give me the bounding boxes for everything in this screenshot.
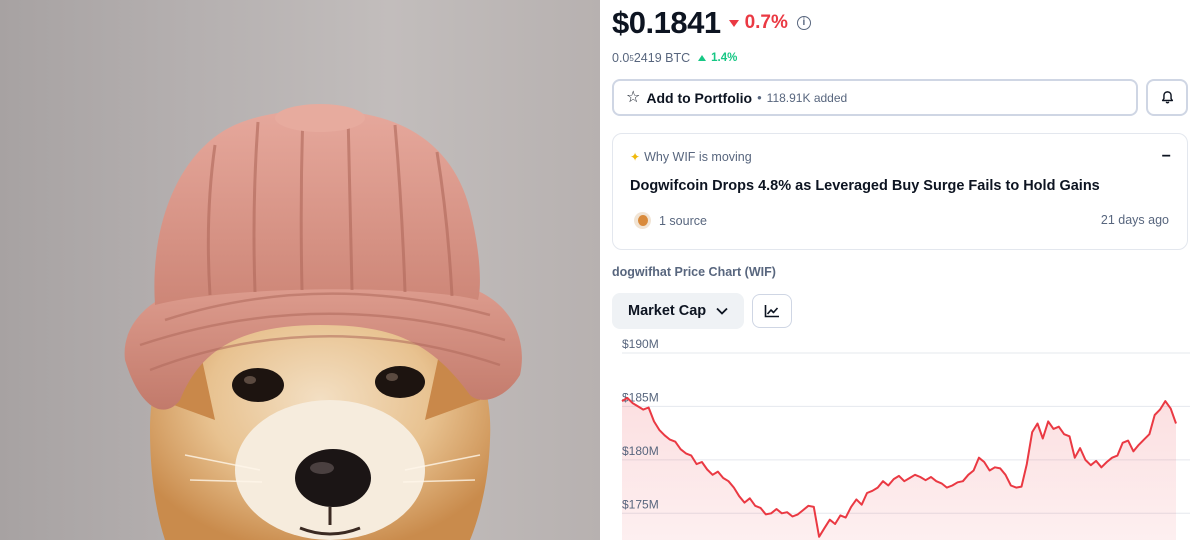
chevron-down-icon <box>716 307 728 315</box>
y-axis-tick-label: $190M <box>622 337 659 351</box>
why-moving-title: Why WIF is moving <box>644 150 752 164</box>
add-to-portfolio-button[interactable]: ☆ Add to Portfolio • 118.91K added <box>612 79 1138 116</box>
chart-area-fill <box>622 397 1176 540</box>
caret-down-icon <box>728 19 739 27</box>
line-chart-icon <box>764 305 779 318</box>
add-to-portfolio-label: Add to Portfolio <box>646 89 753 106</box>
dogwifhat-photo <box>0 0 600 540</box>
btc-change: 1.4% <box>698 52 737 64</box>
chart-title: dogwifhat Price Chart (WIF) <box>612 265 776 279</box>
btc-price-prefix: 0.0 <box>612 51 630 65</box>
why-moving-header: ✦ Why WIF is moving <box>630 150 752 164</box>
price-change-24h: 0.7% <box>728 12 788 34</box>
sparkle-icon: ✦ <box>630 150 641 164</box>
line-chart-toggle[interactable] <box>752 294 792 328</box>
btc-price-row: 0.0 5 2419 BTC 1.4% <box>612 51 737 65</box>
price-alert-button[interactable] <box>1146 79 1188 116</box>
market-cap-dropdown[interactable]: Market Cap <box>612 293 744 329</box>
price-row: $0.1841 0.7% i <box>612 4 811 42</box>
bell-icon <box>1161 91 1173 104</box>
coin-detail-panel: $0.1841 0.7% i 0.0 5 2419 BTC 1.4% ☆ Add t… <box>600 0 1200 540</box>
news-time: 21 days ago <box>1100 213 1169 227</box>
market-cap-label: Market Cap <box>628 303 707 319</box>
separator-dot: • <box>757 90 762 105</box>
y-axis-tick-label: $175M <box>622 497 659 511</box>
news-source[interactable]: 1 source <box>634 212 707 229</box>
y-axis-tick-label: $180M <box>622 444 659 458</box>
why-moving-card: ✦ Why WIF is moving − Dogwifcoin Drops 4… <box>612 133 1188 250</box>
caret-up-icon <box>698 55 707 61</box>
dog-illustration <box>124 104 522 540</box>
source-count: 1 source <box>659 213 707 228</box>
btc-change-value: 1.4% <box>711 52 738 64</box>
price-change-value: 0.7% <box>744 12 788 33</box>
current-price: $0.1841 <box>612 5 721 40</box>
star-icon: ☆ <box>626 88 641 106</box>
news-headline[interactable]: Dogwifcoin Drops 4.8% as Leveraged Buy S… <box>630 178 1100 194</box>
info-icon[interactable]: i <box>796 16 811 30</box>
source-avatar <box>634 212 651 229</box>
portfolio-added-count: 118.91K added <box>766 90 848 105</box>
chart-svg: $190M$185M$180M$175M <box>621 337 1190 540</box>
btc-price-suffix: 2419 BTC <box>633 51 691 65</box>
collapse-button[interactable]: − <box>1162 148 1171 166</box>
market-cap-chart[interactable]: $190M $185M $180M $175M <box>600 335 1200 540</box>
